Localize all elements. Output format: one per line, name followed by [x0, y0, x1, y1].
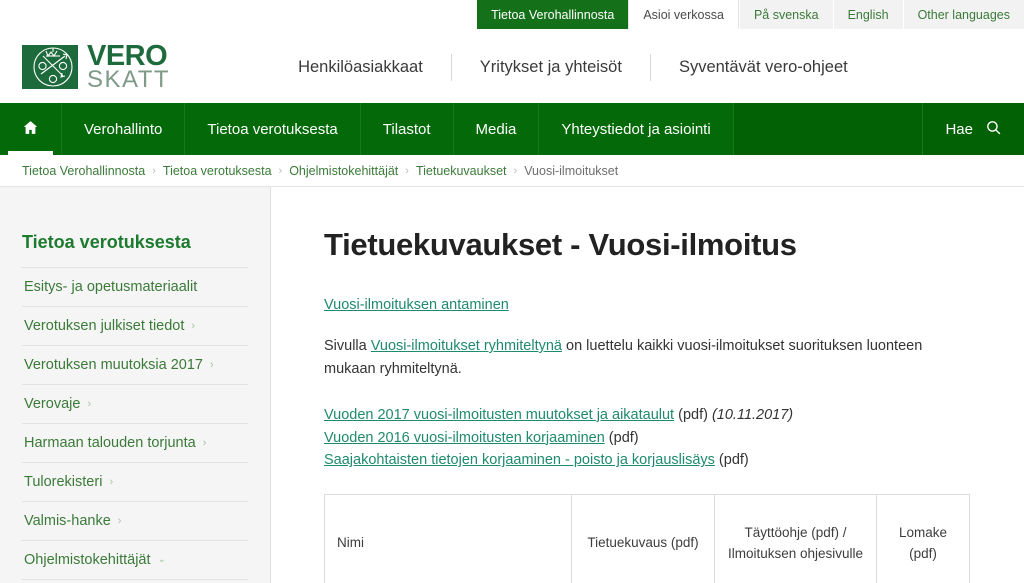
vero-skatt-logo[interactable]: VERO SKATT: [22, 39, 171, 94]
vero-emblem-icon: [22, 45, 78, 89]
intro-paragraph: Sivulla Vuosi-ilmoitukset ryhmiteltynä o…: [324, 335, 949, 382]
sidebar-title: Tietoa verotuksesta: [22, 232, 191, 252]
sidebar-item-harmaan-talouden-torjunta[interactable]: Harmaan talouden torjunta ›: [22, 423, 248, 462]
paragraph-text-before: Sivulla: [324, 338, 371, 354]
breadcrumb-item-vuosi-ilmoitukset: Vuosi-ilmoitukset: [524, 163, 619, 178]
chevron-right-icon: ›: [202, 436, 207, 449]
utility-tab-other-languages[interactable]: Other languages: [902, 0, 1024, 30]
breadcrumb-separator: ›: [152, 164, 156, 177]
link-vuosi-ilmoitukset-ryhmiteltyna[interactable]: Vuosi-ilmoitukset ryhmiteltynä: [371, 338, 562, 354]
document-suffix: (pdf): [674, 406, 712, 423]
home-icon: [22, 119, 39, 140]
link-saajakohtaisten-tietojen-korjaaminen[interactable]: Saajakohtaisten tietojen korjaaminen - p…: [324, 452, 715, 468]
sidebar-item-verotuksen-julkiset-tiedot[interactable]: Verotuksen julkiset tiedot ›: [22, 306, 248, 345]
document-date: (10.11.2017): [711, 406, 794, 423]
main-content: Tietuekuvaukset - Vuosi-ilmoitus Vuosi-i…: [271, 187, 1024, 583]
chevron-right-icon: ›: [117, 514, 122, 527]
document-row: Saajakohtaisten tietojen korjaaminen - p…: [324, 449, 972, 472]
document-suffix: (pdf): [714, 452, 749, 469]
search-label: Hae: [945, 120, 973, 138]
table-header-tayttoohje: Täyttöohje (pdf) / Ilmoituksen ohjesivul…: [714, 494, 877, 583]
utility-tab-label: English: [847, 7, 889, 22]
sidebar-item-label: Verotuksen muutoksia 2017: [24, 357, 203, 373]
utility-tab-label: Other languages: [917, 7, 1010, 22]
document-link-list: Vuoden 2017 vuosi-ilmoitusten muutokset …: [324, 404, 972, 472]
document-row: Vuoden 2016 vuosi-ilmoitusten korjaamine…: [324, 427, 972, 450]
sidebar-item-label: Valmis-hanke: [24, 513, 111, 529]
link-vuoden-2017-muutokset-ja-aikataulut[interactable]: Vuoden 2017 vuosi-ilmoitusten muutokset …: [324, 407, 674, 423]
page-body: Tietoa verotuksesta Esitys- ja opetusmat…: [0, 187, 1024, 583]
sidebar-item-label: Verovaje: [24, 396, 81, 412]
breadcrumb-item-ohjelmistokehittajat[interactable]: Ohjelmistokehittäjät: [289, 164, 398, 178]
sidebar-item-toimintaohjeet[interactable]: Toimintaohjeet: [22, 579, 248, 583]
tietuekuvaukset-table: Nimi Tietuekuvaus (pdf) Täyttöohje (pdf)…: [324, 494, 970, 583]
sidebar-item-tulorekisteri[interactable]: Tulorekisteri ›: [22, 462, 248, 501]
breadcrumb-separator: ›: [405, 164, 409, 177]
breadcrumb: Tietoa Verohallinnosta › Tietoa verotuks…: [0, 155, 1024, 187]
utility-tab-strip: Tietoa Verohallinnosta Asioi verkossa På…: [0, 0, 1024, 31]
chevron-right-icon: ›: [87, 397, 92, 410]
secondary-nav-item-henkiloasiakkaat[interactable]: Henkilöasiakkaat: [290, 54, 451, 81]
secondary-nav: Henkilöasiakkaat Yritykset ja yhteisöt S…: [290, 53, 876, 81]
logo-vero-text: VERO: [87, 39, 168, 72]
chevron-right-icon: ›: [191, 319, 196, 332]
nav-spacer: [732, 103, 923, 155]
sidebar-item-label: Tulorekisteri: [24, 474, 103, 490]
utility-tab-label: Tietoa Verohallinnosta: [491, 7, 615, 22]
sidebar: Tietoa verotuksesta Esitys- ja opetusmat…: [0, 187, 271, 583]
table-header-lomake: Lomake (pdf): [876, 494, 970, 583]
brand-header: VERO SKATT Henkilöasiakkaat Yritykset ja…: [0, 31, 1024, 103]
sidebar-item-label: Harmaan talouden torjunta: [24, 435, 196, 451]
nav-item-verohallinto[interactable]: Verohallinto: [61, 103, 184, 155]
breadcrumb-item-tietoa-verohallinnosta[interactable]: Tietoa Verohallinnosta: [22, 164, 145, 178]
table-header-row: Nimi Tietuekuvaus (pdf) Täyttöohje (pdf)…: [324, 494, 970, 583]
secondary-nav-item-yritykset-ja-yhteisot[interactable]: Yritykset ja yhteisöt: [450, 53, 650, 81]
document-row: Vuoden 2017 vuosi-ilmoitusten muutokset …: [324, 404, 972, 427]
table-header-tietuekuvaus: Tietuekuvaus (pdf): [571, 494, 715, 583]
utility-tab-english[interactable]: English: [832, 0, 903, 30]
utility-tab-asioi-verkossa[interactable]: Asioi verkossa: [628, 0, 739, 30]
sidebar-item-valmis-hanke[interactable]: Valmis-hanke ›: [22, 501, 248, 540]
logo-skatt-text: SKATT: [87, 66, 171, 94]
nav-item-home[interactable]: [0, 103, 61, 155]
secondary-nav-item-syventavat-vero-ohjeet[interactable]: Syventävät vero-ohjeet: [649, 53, 876, 81]
nav-item-tilastot[interactable]: Tilastot: [359, 103, 453, 155]
utility-tab-label: Asioi verkossa: [643, 7, 724, 22]
main-navigation: Verohallinto Tietoa verotuksesta Tilasto…: [0, 103, 1024, 155]
utility-tab-label: På svenska: [753, 7, 819, 22]
nav-item-yhteystiedot-ja-asiointi[interactable]: Yhteystiedot ja asiointi: [538, 103, 732, 155]
search-icon: [985, 119, 1002, 140]
nav-item-media[interactable]: Media: [452, 103, 539, 155]
link-vuoden-2016-korjaaminen[interactable]: Vuoden 2016 vuosi-ilmoitusten korjaamine…: [324, 430, 605, 446]
document-suffix: (pdf): [604, 429, 639, 446]
link-vuosi-ilmoituksen-antaminen[interactable]: Vuosi-ilmoituksen antaminen: [324, 297, 509, 313]
nav-item-tietoa-verotuksesta[interactable]: Tietoa verotuksesta: [184, 103, 359, 155]
sidebar-item-verotuksen-muutoksia-2017[interactable]: Verotuksen muutoksia 2017 ›: [22, 345, 248, 384]
breadcrumb-item-tietoa-verotuksesta[interactable]: Tietoa verotuksesta: [163, 164, 272, 178]
breadcrumb-item-tietuekuvaukset[interactable]: Tietuekuvaukset: [416, 164, 507, 178]
breadcrumb-separator: ›: [513, 164, 518, 177]
sidebar-item-ohjelmistokehittajat[interactable]: Ohjelmistokehittäjät ⌄: [22, 540, 248, 579]
table-header-nimi: Nimi: [324, 494, 572, 583]
sidebar-item-esitys-ja-opetusmateriaalit[interactable]: Esitys- ja opetusmateriaalit: [22, 267, 248, 306]
search-button[interactable]: Hae: [922, 103, 1024, 155]
sidebar-item-verovaje[interactable]: Verovaje ›: [22, 384, 248, 423]
page-title: Tietuekuvaukset - Vuosi-ilmoitus: [324, 227, 797, 262]
sidebar-item-label: Ohjelmistokehittäjät: [24, 552, 151, 568]
utility-tab-tietoa-verohallinnosta[interactable]: Tietoa Verohallinnosta: [476, 0, 629, 30]
breadcrumb-separator: ›: [278, 164, 283, 177]
chevron-right-icon: ›: [209, 358, 214, 371]
chevron-right-icon: ›: [109, 475, 114, 488]
chevron-down-icon: ⌄: [157, 554, 166, 565]
logo-wordmark: VERO SKATT: [87, 39, 171, 94]
utility-tab-pa-svenska[interactable]: På svenska: [738, 0, 833, 30]
sidebar-item-label: Verotuksen julkiset tiedot: [24, 318, 185, 334]
sidebar-item-label: Esitys- ja opetusmateriaalit: [24, 279, 198, 295]
